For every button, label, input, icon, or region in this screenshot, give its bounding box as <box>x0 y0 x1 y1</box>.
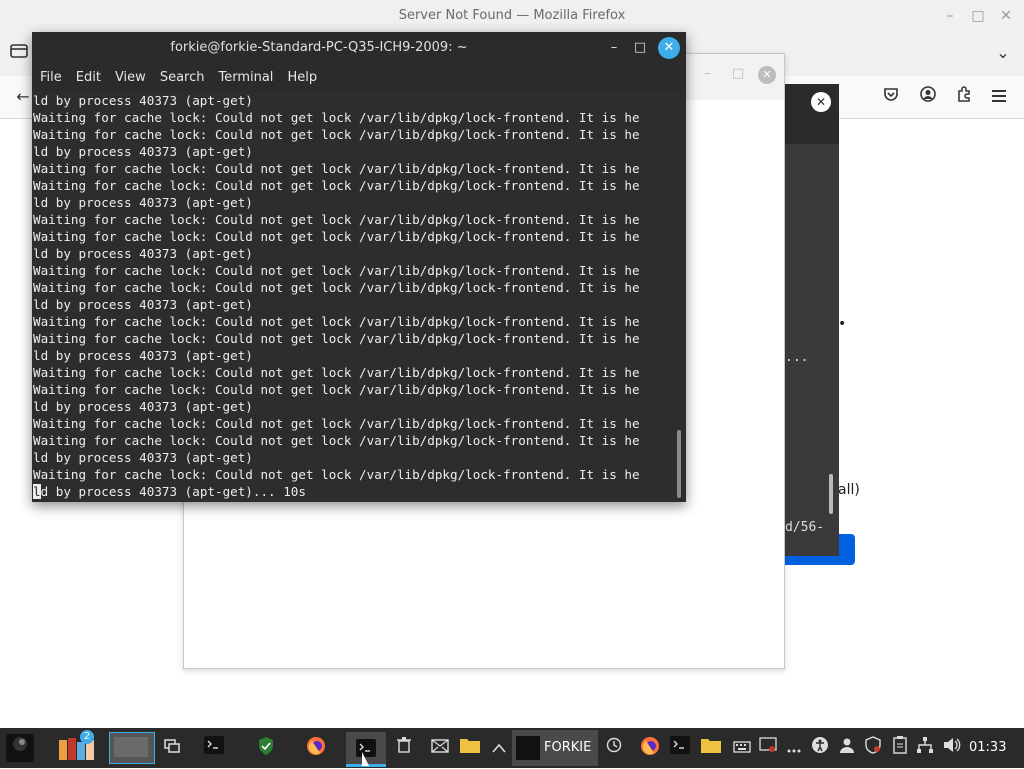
terminal-minimize-button[interactable]: – <box>604 38 624 58</box>
trash-icon[interactable] <box>392 736 416 760</box>
back-icon[interactable]: ← <box>12 86 34 108</box>
terminal-line: ld by process 40373 (apt-get) <box>33 450 253 465</box>
terminal-icon[interactable] <box>202 736 226 760</box>
terminal-line: Waiting for cache lock: Could not get lo… <box>33 433 640 448</box>
firefox-minimize-button[interactable]: – <box>940 6 960 26</box>
menu-terminal[interactable]: Terminal <box>211 64 280 92</box>
menu-edit[interactable]: Edit <box>69 64 108 92</box>
clipboard-icon[interactable] <box>888 736 912 760</box>
terminal-line: Waiting for cache lock: Could not get lo… <box>33 110 640 125</box>
terminal-maximize-button[interactable]: □ <box>630 38 650 58</box>
app-menu-icon[interactable] <box>6 734 34 762</box>
terminal-line: Waiting for cache lock: Could not get lo… <box>33 416 640 431</box>
terminal-line: Waiting for cache lock: Could not get lo… <box>33 212 640 227</box>
terminal-line: Waiting for cache lock: Could not get lo… <box>33 127 640 142</box>
accessibility-icon[interactable] <box>808 736 832 760</box>
terminal-line: Waiting for cache lock: Could not get lo… <box>33 161 640 176</box>
terminal-line: Waiting for cache lock: Could not get lo… <box>33 280 640 295</box>
terminal-line: Waiting for cache lock: Could not get lo… <box>33 314 640 329</box>
firefox-title: Server Not Found — Mozilla Firefox <box>398 8 626 23</box>
user-icon[interactable] <box>835 736 859 760</box>
terminal-line: ld by process 40373 (apt-get) <box>33 195 253 210</box>
show-desktop-icon[interactable] <box>160 736 184 760</box>
terminal-output[interactable]: ld by process 40373 (apt-get) Waiting fo… <box>32 92 676 502</box>
page-bullet: • <box>838 316 847 332</box>
pocket-icon[interactable] <box>880 86 902 108</box>
taskbar: 2 FORKIE 01:33 <box>0 728 1024 768</box>
extensions-icon[interactable] <box>953 86 975 108</box>
terminal-line: Waiting for cache lock: Could not get lo… <box>33 229 640 244</box>
firefox-maximize-button[interactable]: □ <box>968 6 988 26</box>
terminal-line: ld by process 40373 (apt-get) <box>33 399 253 414</box>
screenshot-icon[interactable] <box>756 736 780 760</box>
mail-icon[interactable] <box>428 736 452 760</box>
workspace-preview-icon[interactable] <box>109 732 155 764</box>
terminal-last-line: ld by process 40373 (apt-get)... 10s <box>32 483 676 500</box>
dark-dialog-path-text: d/56- <box>785 520 825 535</box>
forkie-window-button[interactable]: FORKIE <box>512 730 598 766</box>
terminal-window: forkie@forkie-Standard-PC-Q35-ICH9-2009:… <box>32 32 686 502</box>
menu-view[interactable]: View <box>108 64 153 92</box>
terminal-line: Waiting for cache lock: Could not get lo… <box>33 382 640 397</box>
mouse-pointer-icon <box>362 752 369 766</box>
shield-icon[interactable] <box>254 736 278 760</box>
clock-time[interactable]: 01:33 <box>969 740 1006 755</box>
forkie-window-label: FORKIE <box>544 740 592 755</box>
dark-dialog-close-button[interactable]: ✕ <box>811 92 831 112</box>
terminal-last-line-text: d by process 40373 (apt-get)... 10s <box>40 484 306 499</box>
terminal-line: ld by process 40373 (apt-get) <box>33 297 253 312</box>
clock-icon[interactable] <box>602 736 626 760</box>
terminal-line: ld by process 40373 (apt-get) <box>33 144 253 159</box>
firefox-icon[interactable] <box>304 736 328 760</box>
files-group-icon[interactable]: 2 <box>56 730 98 762</box>
terminal-close-button[interactable]: ✕ <box>658 37 680 59</box>
page-text-fragment: all) <box>838 482 860 498</box>
terminal-title: forkie@forkie-Standard-PC-Q35-ICH9-2009:… <box>170 40 468 55</box>
account-icon[interactable] <box>917 86 939 108</box>
tray-expand-icon[interactable] <box>487 736 511 760</box>
terminal-titlebar[interactable]: forkie@forkie-Standard-PC-Q35-ICH9-2009:… <box>32 32 686 64</box>
dark-dialog-dots: ... <box>785 350 809 365</box>
menu-icon[interactable] <box>988 86 1010 108</box>
volume-icon[interactable] <box>940 736 964 760</box>
terminal-line: Waiting for cache lock: Could not get lo… <box>33 467 640 482</box>
terminal-scrollbar[interactable] <box>677 430 681 498</box>
notification-badge: 2 <box>80 730 94 744</box>
terminal-line: ld by process 40373 (apt-get) <box>33 246 253 261</box>
menu-help[interactable]: Help <box>280 64 324 92</box>
folder-icon-2[interactable] <box>699 736 723 760</box>
forkie-window-icon <box>516 736 540 760</box>
firefox-close-button[interactable]: ✕ <box>996 6 1016 26</box>
terminal-icon-2[interactable] <box>668 736 692 760</box>
security-icon[interactable] <box>861 736 885 760</box>
background-dark-dialog: ✕ ... d/56- <box>783 84 839 556</box>
firefox-icon-2[interactable] <box>638 736 662 760</box>
menu-search[interactable]: Search <box>153 64 212 92</box>
terminal-line: Waiting for cache lock: Could not get lo… <box>33 178 640 193</box>
terminal-line: ld by process 40373 (apt-get) <box>33 93 253 108</box>
tab-list-icon[interactable]: ⌄ <box>992 42 1014 64</box>
menu-file[interactable]: File <box>33 64 69 92</box>
dark-dialog-titlebar: ✕ <box>783 84 839 144</box>
more-icon[interactable] <box>782 736 806 760</box>
keyboard-icon[interactable] <box>730 736 754 760</box>
terminal-line: Waiting for cache lock: Could not get lo… <box>33 365 640 380</box>
terminal-line: Waiting for cache lock: Could not get lo… <box>33 331 640 346</box>
background-dialog-minimize-button[interactable]: – <box>704 66 711 81</box>
terminal-line: ld by process 40373 (apt-get) <box>33 348 253 363</box>
firefox-titlebar: Server Not Found — Mozilla Firefox – □ ✕ <box>0 0 1024 32</box>
terminal-menubar: File Edit View Search Terminal Help <box>32 64 686 92</box>
background-dialog-maximize-button[interactable]: □ <box>732 66 744 81</box>
background-dialog-close-button[interactable]: ✕ <box>758 66 776 84</box>
dark-dialog-scrollbar[interactable] <box>829 474 833 514</box>
terminal-cursor: l <box>33 484 41 499</box>
network-icon[interactable] <box>913 736 937 760</box>
terminal-line: Waiting for cache lock: Could not get lo… <box>33 263 640 278</box>
firefox-view-icon[interactable] <box>8 42 30 64</box>
folder-icon[interactable] <box>458 736 482 760</box>
